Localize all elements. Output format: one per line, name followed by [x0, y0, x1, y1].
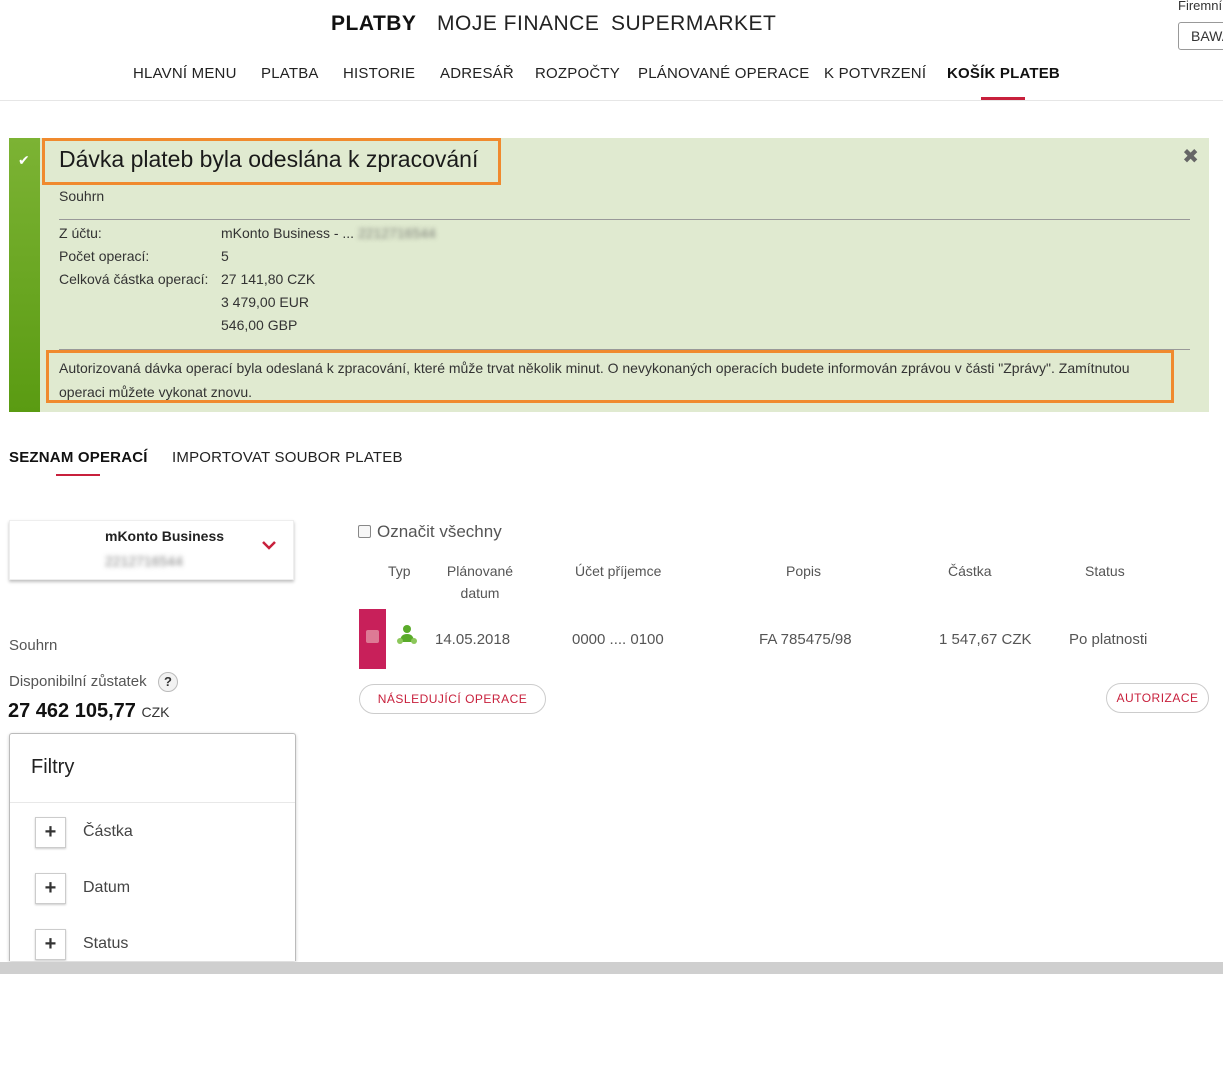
filter-label-status: Status [83, 935, 129, 952]
main-tab-moje-finance[interactable]: MOJE FINANCE [437, 12, 599, 36]
column-header-planned-line1: Plánované [446, 563, 514, 579]
filters-title: Filtry [31, 756, 75, 778]
help-icon[interactable]: ? [158, 672, 178, 692]
row-date: 14.05.2018 [435, 631, 511, 648]
sub-tab-hlavni-menu[interactable]: HLAVNÍ MENU [133, 65, 237, 82]
total-gbp: 546,00 GBP [221, 317, 298, 333]
row-description: FA 785475/98 [759, 631, 852, 648]
tab-importovat-soubor[interactable]: IMPORTOVAT SOUBOR PLATEB [172, 449, 403, 466]
alert-message: Autorizovaná dávka operací byla odeslaná… [46, 350, 1174, 403]
row-selector[interactable] [359, 609, 386, 669]
close-icon[interactable]: ✖ [1182, 144, 1199, 169]
total-eur: 3 479,00 EUR [221, 294, 309, 310]
available-balance-label: Disponibilní zůstatek [9, 673, 147, 690]
next-operations-button[interactable]: NÁSLEDUJÍCÍ OPERACE [359, 684, 546, 714]
tab-seznam-operaci[interactable]: SEZNAM OPERACÍ [9, 449, 148, 466]
main-tab-platby[interactable]: PLATBY [331, 12, 416, 36]
check-icon: ✔ [18, 152, 30, 168]
available-balance: 27 462 105,77 CZK [8, 700, 169, 723]
person-payment-icon [396, 624, 418, 651]
expand-date-filter-button[interactable]: + [35, 873, 66, 904]
balance-currency: CZK [141, 704, 170, 720]
row-checkbox[interactable] [366, 630, 379, 643]
row-status: Po platnosti [1069, 631, 1148, 648]
from-account-number: 2212716544 [357, 225, 436, 241]
filter-label-date: Datum [83, 879, 131, 896]
from-account-label: Z účtu: [59, 225, 102, 241]
total-label: Celková částka operací: [59, 271, 209, 287]
expand-status-filter-button[interactable]: + [35, 929, 66, 960]
top-navigation: PLATBY MOJE FINANCE SUPERMARKET HLAVNÍ M… [0, 0, 1223, 101]
row-amount: 1 547,67 CZK [939, 631, 1032, 648]
from-account-name: mKonto Business - ... [221, 225, 355, 241]
row-recipient: 0000 .... 0100 [572, 631, 664, 648]
select-all-checkbox[interactable]: Označit všechny [358, 522, 502, 542]
company-selector[interactable]: BAWA [1178, 22, 1223, 50]
checkbox-icon[interactable] [358, 525, 371, 538]
total-czk: 27 141,80 CZK [221, 271, 316, 287]
account-selector[interactable]: mKonto Business 2212716544 [9, 520, 294, 580]
filters-panel: Filtry + Částka + Datum + Status [9, 733, 296, 961]
from-account-value: mKonto Business - ... 2212716544 [221, 225, 436, 241]
alert-title: Dávka plateb byla odeslána k zpracování [59, 146, 479, 172]
active-tab-indicator [56, 474, 100, 476]
alert-summary-label: Souhrn [59, 188, 105, 204]
horizontal-scrollbar[interactable] [0, 962, 1223, 974]
expand-amount-filter-button[interactable]: + [35, 817, 66, 848]
company-label: Firemní [1178, 0, 1223, 13]
sub-tab-k-potvrzeni[interactable]: K POTVRZENÍ [824, 65, 926, 82]
summary-heading: Souhrn [9, 637, 58, 654]
column-header-amount: Částka [948, 563, 992, 579]
divider [10, 802, 295, 803]
sub-tab-historie[interactable]: HISTORIE [343, 65, 415, 82]
column-header-planned-line2: datum [460, 585, 500, 601]
success-alert: ✔ ✖ Dávka plateb byla odeslána k zpracov… [9, 138, 1209, 412]
column-header-planned-date: Plánované datum [442, 560, 518, 604]
column-header-type: Typ [388, 563, 411, 579]
active-tab-indicator [981, 97, 1025, 100]
account-number: 2212716544 [105, 553, 183, 569]
divider [59, 219, 1190, 220]
select-all-label: Označit všechny [377, 522, 502, 541]
count-value: 5 [221, 248, 229, 264]
account-name: mKonto Business [105, 528, 225, 544]
chevron-down-icon[interactable] [262, 537, 276, 555]
sub-tab-adresar[interactable]: ADRESÁŘ [440, 65, 514, 82]
sub-tab-platba[interactable]: PLATBA [261, 65, 319, 82]
column-header-description: Popis [786, 563, 822, 579]
filter-label-amount: Částka [83, 823, 133, 840]
count-label: Počet operací: [59, 248, 150, 264]
balance-amount: 27 462 105,77 [8, 700, 136, 722]
column-header-status: Status [1085, 563, 1125, 579]
sub-tab-planovane-operace[interactable]: PLÁNOVANÉ OPERACE [638, 65, 810, 82]
sub-tab-rozpocty[interactable]: ROZPOČTY [535, 65, 620, 82]
main-tab-supermarket[interactable]: SUPERMARKET [611, 12, 776, 36]
column-header-recipient: Účet příjemce [575, 563, 662, 579]
sub-tab-kosik-plateb[interactable]: KOŠÍK PLATEB [947, 65, 1060, 82]
alert-status-bar: ✔ [9, 138, 40, 412]
authorize-button[interactable]: AUTORIZACE [1106, 683, 1209, 713]
